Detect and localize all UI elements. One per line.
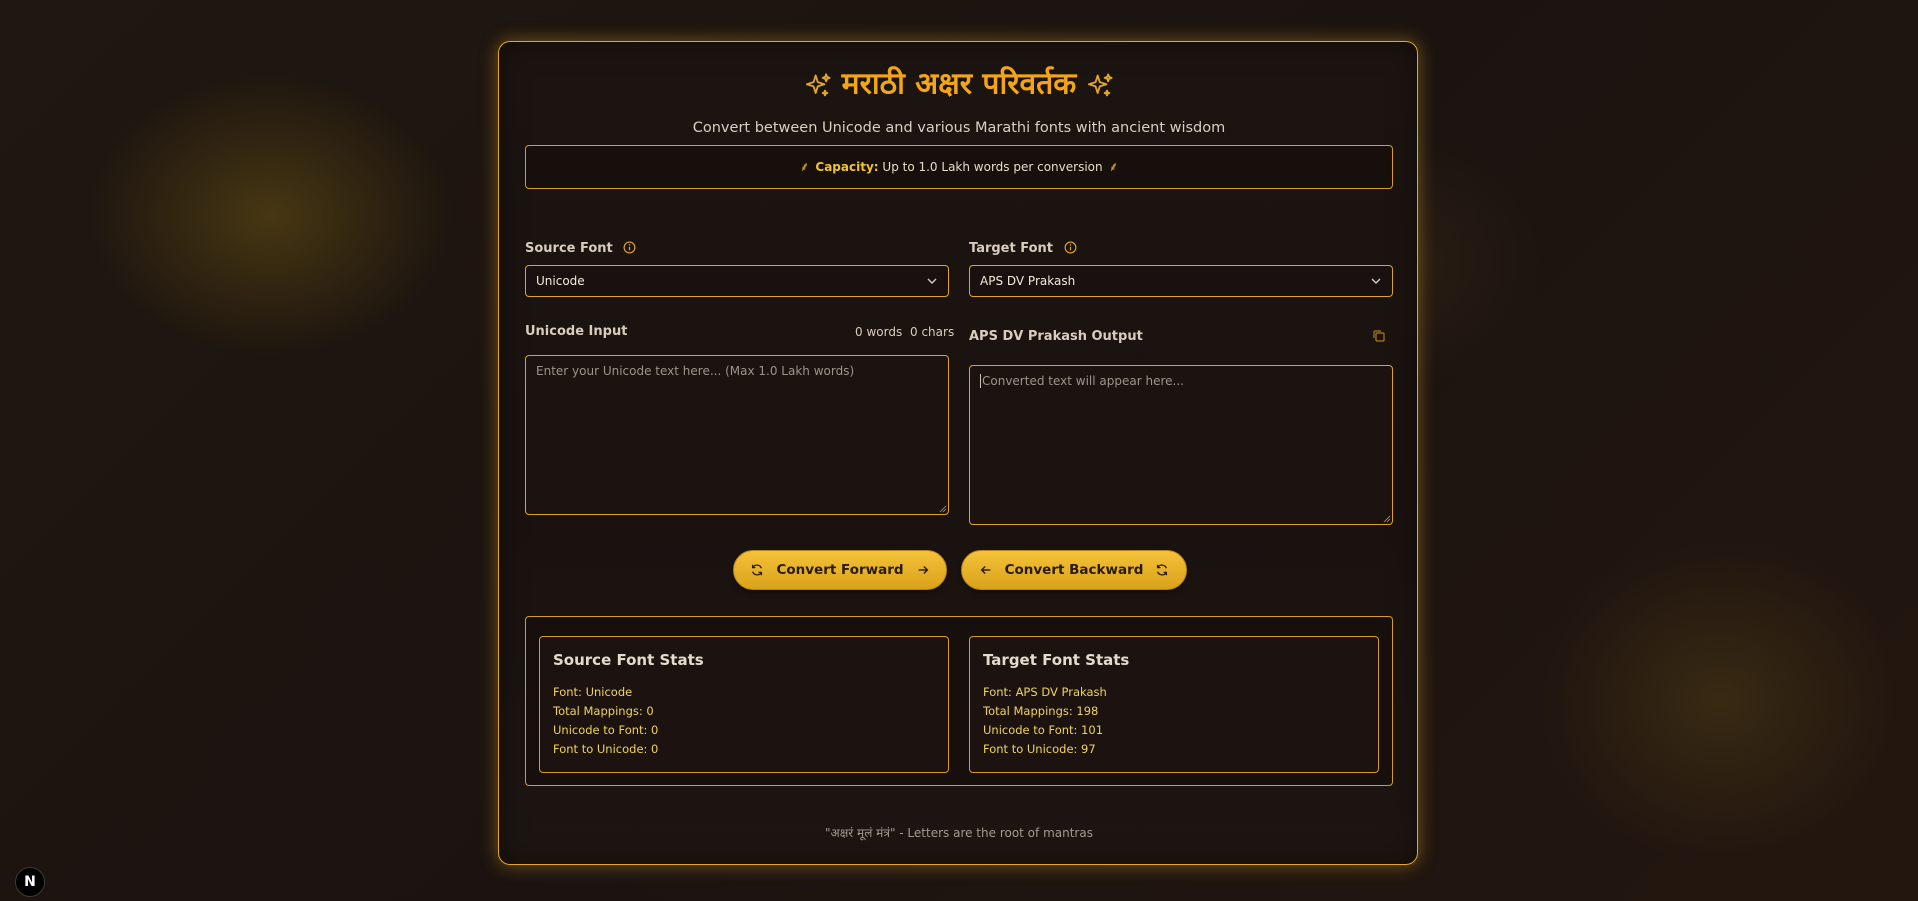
unicode-input-label: Unicode Input (525, 324, 628, 339)
chevron-down-icon (927, 278, 937, 284)
copy-icon[interactable] (1372, 329, 1386, 343)
arrow-left-icon (980, 566, 990, 574)
page-title: मराठी अक्षर परिवर्तक (499, 64, 1419, 105)
source-stats-f2u: Font to Unicode: 0 (553, 742, 659, 756)
target-stats-card: Target Font Stats Font: APS DV Prakash T… (969, 636, 1379, 773)
wheat-icon: ⸙ (799, 160, 810, 175)
capacity-text: Up to 1.0 Lakh words per conversion (882, 160, 1103, 174)
target-font-value: APS DV Prakash (980, 274, 1076, 288)
target-font-label: Target Font (969, 241, 1077, 256)
refresh-icon (752, 564, 763, 576)
source-stats-font: Font: Unicode (553, 685, 633, 699)
stats-panel: Source Font Stats Font: Unicode Total Ma… (525, 616, 1393, 786)
title-text: मराठी अक्षर परिवर्तक (841, 66, 1077, 102)
capacity-label: Capacity: (815, 160, 879, 174)
source-font-value: Unicode (536, 274, 585, 288)
info-icon[interactable] (623, 241, 636, 254)
resize-handle-icon[interactable] (1382, 514, 1391, 523)
convert-forward-button[interactable]: Convert Forward (733, 550, 947, 590)
source-stats-card: Source Font Stats Font: Unicode Total Ma… (539, 636, 949, 773)
char-count: 0 chars (910, 325, 955, 339)
resize-handle-icon[interactable] (938, 504, 947, 513)
source-stats-u2f: Unicode to Font: 0 (553, 723, 659, 737)
source-font-label-text: Source Font (525, 241, 613, 256)
source-font-select[interactable]: Unicode (525, 265, 949, 297)
arrow-right-icon (918, 566, 928, 574)
target-stats-f2u: Font to Unicode: 97 (983, 742, 1096, 756)
unicode-input-textarea[interactable]: Enter your Unicode text here... (Max 1.0… (525, 355, 949, 515)
source-stats-title: Source Font Stats (553, 651, 704, 669)
word-count: 0 words (855, 325, 903, 339)
target-font-label-text: Target Font (969, 241, 1053, 256)
chevron-down-icon (1371, 278, 1381, 284)
sparkles-icon (804, 71, 832, 99)
convert-backward-button[interactable]: Convert Backward (961, 550, 1187, 590)
convert-backward-label: Convert Backward (1004, 562, 1144, 578)
dev-tools-badge[interactable]: N (15, 867, 45, 897)
convert-forward-label: Convert Forward (776, 562, 904, 578)
refresh-icon (1157, 564, 1168, 576)
target-stats-font: Font: APS DV Prakash (983, 685, 1107, 699)
input-placeholder: Enter your Unicode text here... (Max 1.0… (536, 364, 855, 378)
sparkles-icon (1086, 71, 1114, 99)
target-stats-total: Total Mappings: 198 (983, 704, 1099, 718)
output-label: APS DV Prakash Output (969, 329, 1143, 344)
target-stats-title: Target Font Stats (983, 651, 1130, 669)
output-placeholder: Converted text will appear here... (980, 374, 1184, 388)
source-font-label: Source Font (525, 241, 636, 256)
page-subtitle: Convert between Unicode and various Mara… (692, 120, 1226, 136)
capacity-banner: ⸙ Capacity: Up to 1.0 Lakh words per conv… (525, 145, 1393, 189)
source-stats-total: Total Mappings: 0 (553, 704, 654, 718)
converter-card: मराठी अक्षर परिवर्तक Convert between Uni… (498, 41, 1418, 865)
target-font-select[interactable]: APS DV Prakash (969, 265, 1393, 297)
footer-quote: "अक्षरं मूलं मंत्रं" - Letters are the r… (825, 826, 1093, 840)
target-stats-u2f: Unicode to Font: 101 (983, 723, 1104, 737)
info-icon[interactable] (1064, 241, 1077, 254)
wheat-icon: ⸙ (1108, 160, 1119, 175)
output-textarea[interactable]: Converted text will appear here... (969, 365, 1393, 525)
